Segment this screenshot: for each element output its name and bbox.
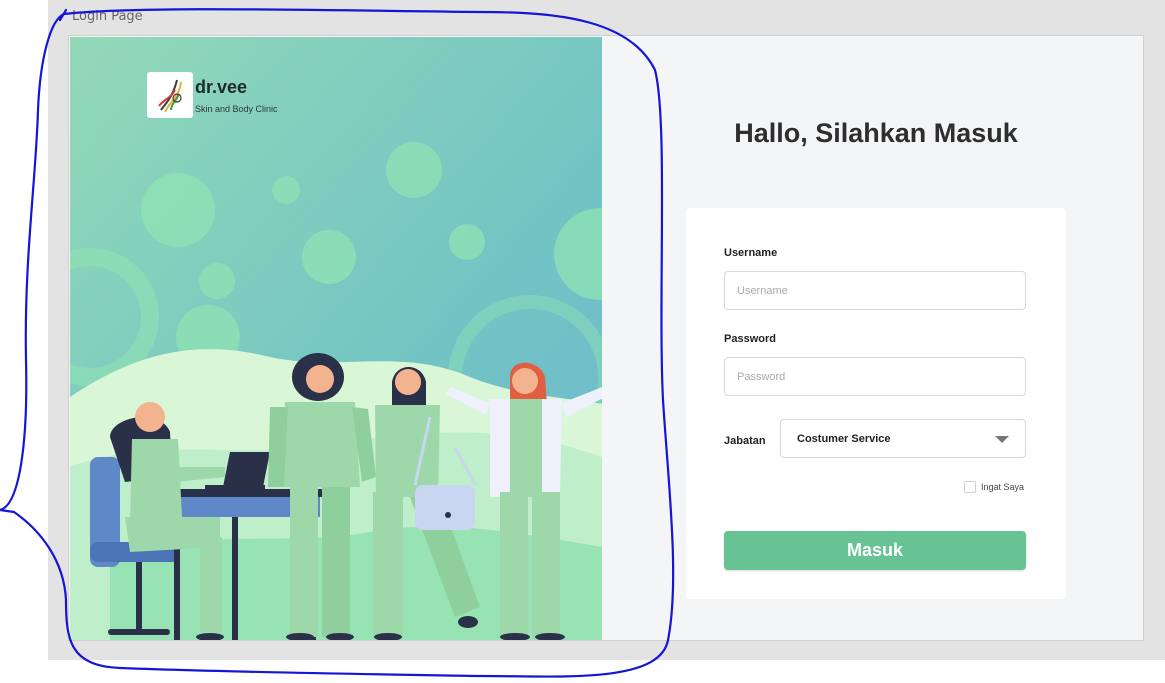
remember-label: Ingat Saya bbox=[981, 482, 1025, 492]
page-title: Hallo, Silahkan Masuk bbox=[734, 118, 1018, 148]
chevron-down-icon bbox=[995, 436, 1009, 443]
illustration-panel bbox=[70, 37, 602, 640]
jabatan-label: Jabatan bbox=[724, 435, 766, 447]
username-input[interactable] bbox=[724, 271, 1026, 310]
login-button[interactable]: Masuk bbox=[724, 531, 1026, 570]
medical-team-illustration bbox=[70, 37, 602, 640]
jabatan-selected-value: Costumer Service bbox=[797, 433, 891, 445]
password-label: Password bbox=[724, 333, 776, 345]
brand-logo bbox=[147, 72, 193, 118]
remember-checkbox[interactable] bbox=[964, 481, 976, 493]
jabatan-select[interactable]: Costumer Service bbox=[780, 419, 1026, 458]
dna-logo-icon bbox=[158, 79, 182, 113]
brand-name: dr.vee bbox=[195, 77, 248, 97]
username-label: Username bbox=[724, 247, 778, 259]
password-input[interactable] bbox=[724, 357, 1026, 396]
brand-tagline: Skin and Body Clinic bbox=[195, 104, 278, 114]
page-label: Login Page bbox=[72, 9, 143, 24]
